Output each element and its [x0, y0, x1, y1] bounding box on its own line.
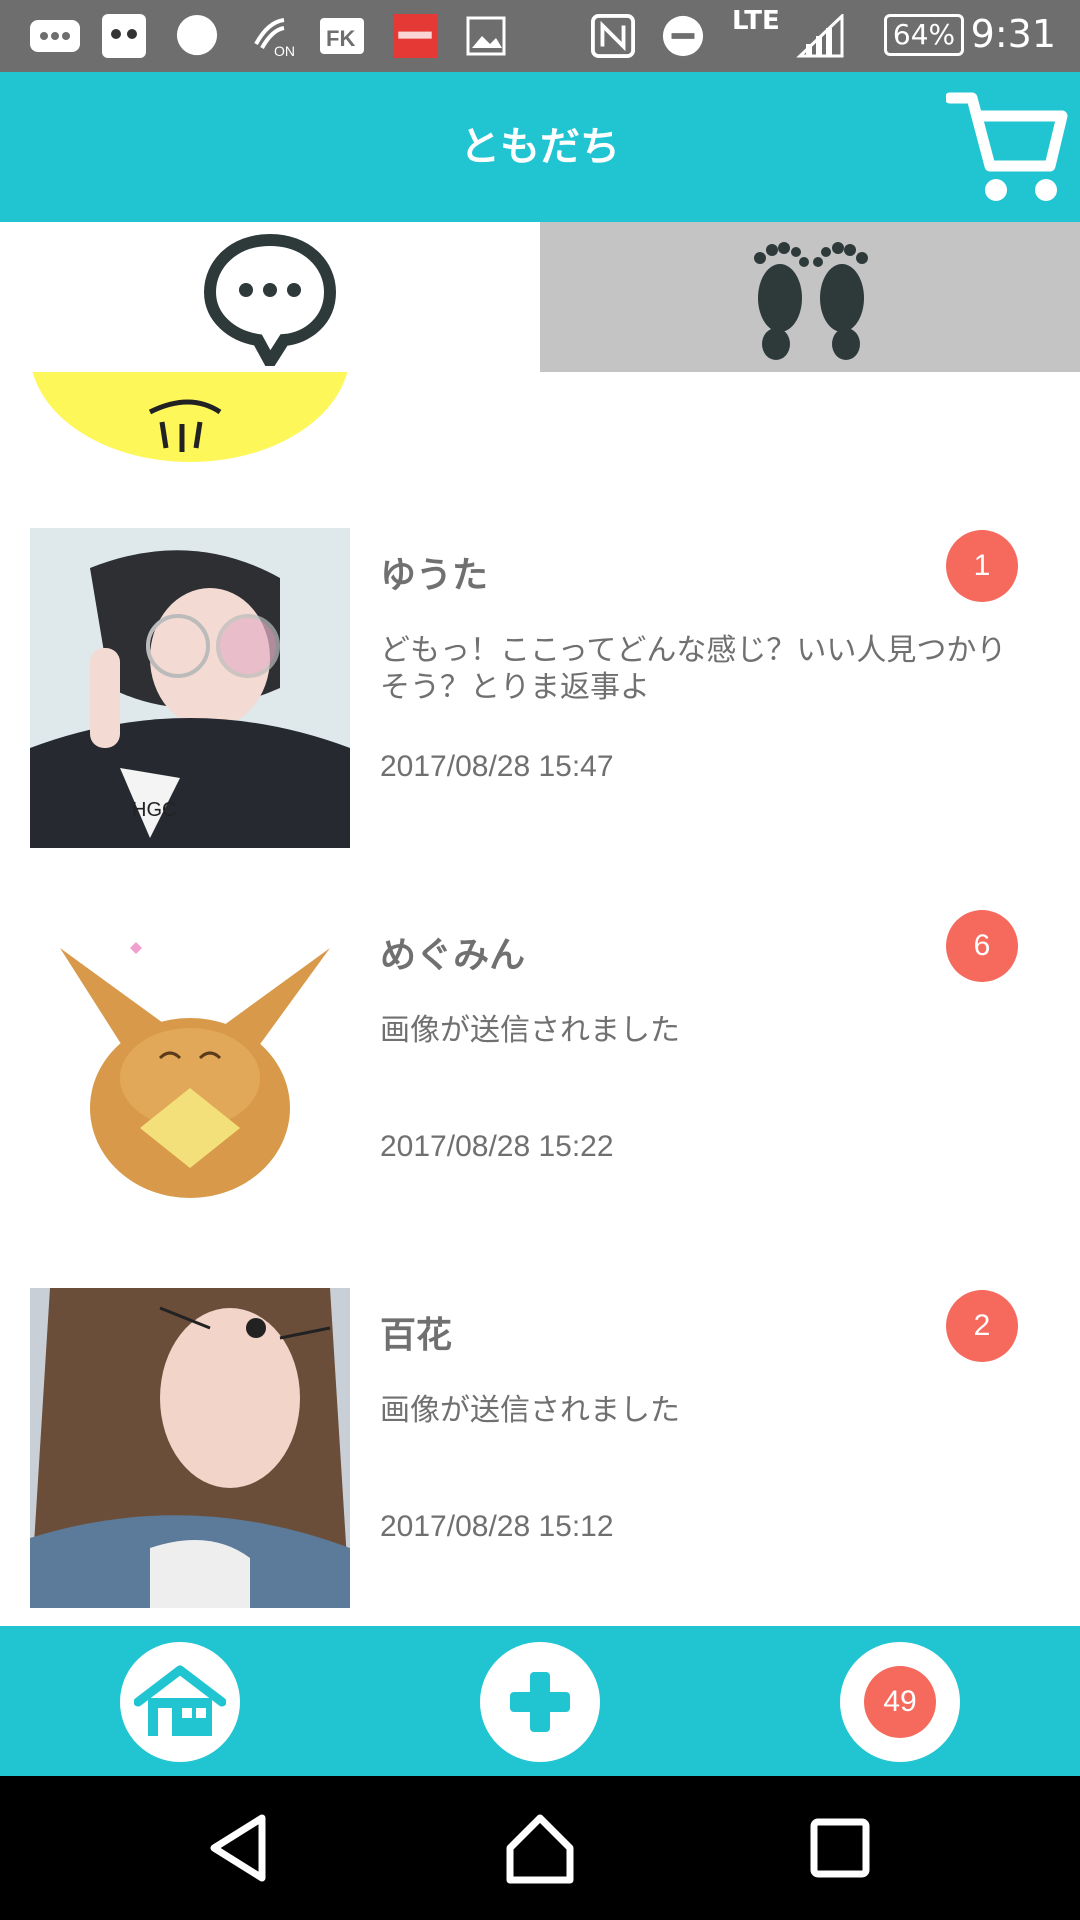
- contact-name: 百花: [380, 1315, 453, 1356]
- message-preview: どもっ！ここってどんな感じ？いい人見つかりそう？とりま返事よ: [380, 633, 1007, 705]
- status-bar: ON FK LTE 64% 9:31: [0, 0, 1080, 72]
- tab-messages[interactable]: [0, 222, 540, 372]
- conversation-row[interactable]: めぐみん 画像が送信されました 2017/08/28 15:22 6: [0, 908, 1080, 1238]
- footprints-icon: [754, 242, 868, 360]
- fk-app-icon: FK: [320, 18, 364, 54]
- message-timestamp: 2017/08/28 15:22: [380, 1130, 614, 1163]
- svg-text:HGC: HGC: [132, 799, 176, 821]
- image-icon: [466, 16, 506, 56]
- notifications-button[interactable]: 49: [840, 1642, 960, 1762]
- circle-app-icon: [176, 14, 218, 56]
- home-icon: [134, 1665, 226, 1736]
- svg-text:FK: FK: [326, 26, 355, 51]
- system-nav-bar: [0, 1776, 1080, 1920]
- message-preview: 画像が送信されました: [380, 1013, 680, 1048]
- nfc-on-icon: ON: [254, 18, 295, 58]
- do-not-disturb-icon: [662, 15, 704, 57]
- network-type: LTE: [732, 6, 780, 36]
- cart-icon[interactable]: [946, 88, 1068, 206]
- back-icon[interactable]: [200, 1808, 280, 1888]
- recents-icon[interactable]: [800, 1808, 880, 1888]
- conversation-row[interactable]: 百花 画像が送信されました 2017/08/28 15:12 2: [0, 1288, 1080, 1618]
- page-title: ともだち: [460, 124, 620, 170]
- home-button[interactable]: [120, 1642, 240, 1762]
- home-nav-icon[interactable]: [500, 1808, 580, 1888]
- unread-badge: 2: [946, 1290, 1018, 1362]
- message-timestamp: 2017/08/28 15:47: [380, 750, 614, 783]
- avatar: [30, 908, 350, 1228]
- unread-badge: 1: [946, 530, 1018, 602]
- message-timestamp: 2017/08/28 15:12: [380, 1510, 614, 1543]
- add-button[interactable]: [480, 1642, 600, 1762]
- unread-badge: 6: [946, 910, 1018, 982]
- signal-icon: [796, 14, 844, 58]
- battery-indicator: 64%: [884, 14, 964, 56]
- messaging-icon: [30, 20, 80, 52]
- tab-footprints[interactable]: [540, 222, 1080, 372]
- app-header: ともだち: [0, 72, 1080, 222]
- partial-avatar[interactable]: [30, 372, 350, 462]
- conversation-row[interactable]: HGC ゆうた どもっ！ここってどんな感じ？いい人見つかりそう？とりま返事よ 2…: [0, 528, 1080, 858]
- message-preview: 画像が送信されました: [380, 1393, 680, 1428]
- notifications-count-badge: 49: [864, 1666, 936, 1738]
- nfc-icon: [591, 14, 635, 58]
- plus-icon: [510, 1672, 570, 1732]
- chat-bubble-icon: [203, 233, 337, 366]
- postme-app-icon: [393, 14, 437, 58]
- avatar: HGC: [30, 528, 350, 848]
- clock: 9:31: [970, 12, 1056, 56]
- svg-text:ON: ON: [274, 43, 295, 58]
- contact-name: ゆうた: [380, 555, 489, 596]
- avatar: [30, 1288, 350, 1608]
- bottom-action-bar: 49: [0, 1626, 1080, 1776]
- contact-name: めぐみん: [380, 935, 526, 976]
- panda-app-icon: [102, 14, 146, 58]
